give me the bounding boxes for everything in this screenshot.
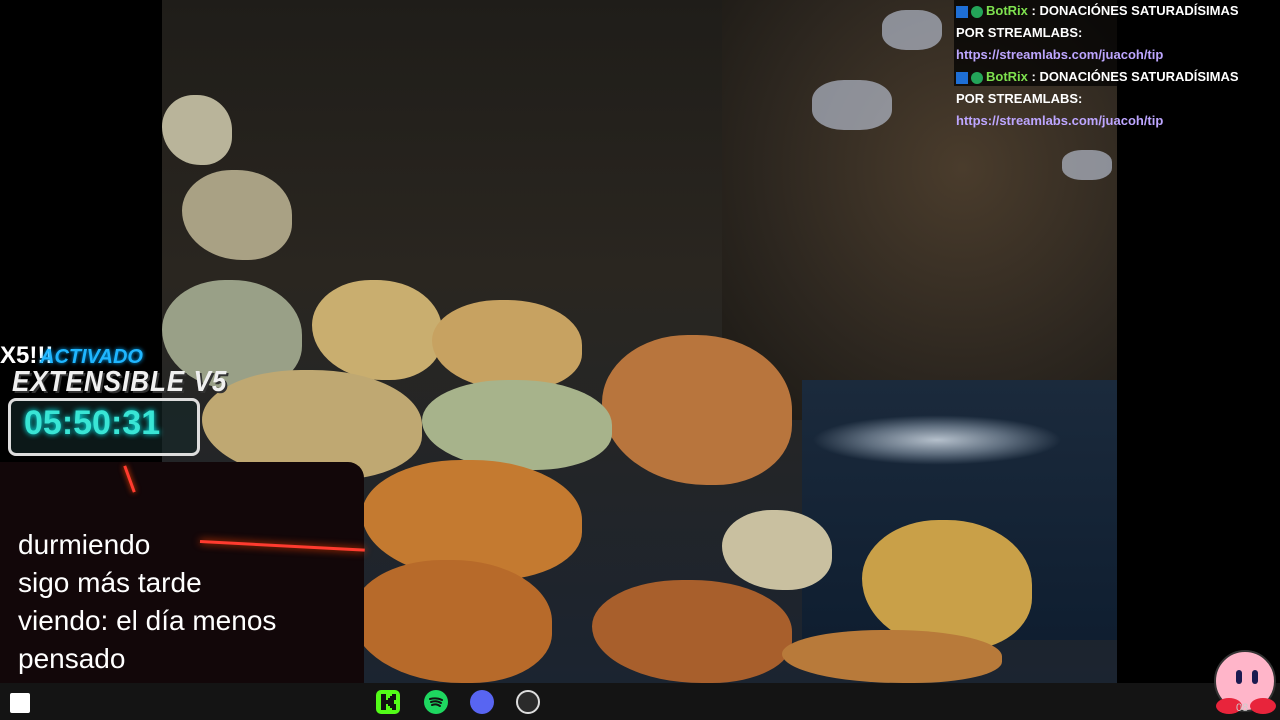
chat-overlay: BotRix : DONACIÓNES SATURADÍSIMAS POR ST… <box>954 0 1270 128</box>
chat-username: BotRix <box>986 69 1028 84</box>
rock <box>722 510 832 590</box>
moderator-badge-icon <box>956 71 968 84</box>
chat-link[interactable]: https://streamlabs.com/juacoh/tip <box>956 47 1163 62</box>
chat-username: BotRix <box>986 3 1028 18</box>
extensible-label: EXTENSIBLE V5 <box>12 364 228 398</box>
status-line: pensado <box>18 643 126 674</box>
rock <box>312 280 442 380</box>
taskbar <box>0 683 1280 720</box>
status-text: durmiendo sigo más tarde viendo: el día … <box>18 526 363 678</box>
rock <box>162 95 232 165</box>
spotify-icon[interactable] <box>424 690 448 714</box>
rock <box>352 560 552 683</box>
kirby-eye <box>1252 670 1258 684</box>
rock <box>432 300 582 390</box>
chat-link[interactable]: https://streamlabs.com/juacoh/tip <box>956 113 1163 128</box>
chat-separator: : <box>1027 69 1040 84</box>
rock <box>782 630 1002 683</box>
windows-icon[interactable] <box>10 693 30 713</box>
chat-message: BotRix : DONACIÓNES SATURADÍSIMAS POR ST… <box>954 0 1270 66</box>
status-line: durmiendo <box>18 529 151 560</box>
snow-patch <box>812 80 892 130</box>
rock <box>602 335 792 485</box>
rock <box>422 380 612 470</box>
snow-patch <box>882 10 942 50</box>
kick-icon[interactable] <box>376 690 400 714</box>
discord-icon[interactable] <box>470 690 494 714</box>
verified-badge-icon <box>971 5 983 18</box>
status-line: sigo más tarde <box>18 567 202 598</box>
status-line: viendo: el día menos <box>18 605 277 636</box>
chat-message: BotRix : DONACIÓNES SATURADÍSIMAS POR ST… <box>954 66 1270 132</box>
rock <box>592 580 792 683</box>
rock <box>182 170 292 260</box>
kirby-foot <box>1250 698 1276 714</box>
taskbar-clock: 08 <box>1236 702 1249 714</box>
countdown-timer: 05:50:31 <box>24 404 161 442</box>
river-foam <box>812 415 1062 465</box>
snow-patch <box>1062 150 1112 180</box>
obs-icon[interactable] <box>516 690 540 714</box>
verified-badge-icon <box>971 71 983 84</box>
chat-separator: : <box>1027 3 1040 18</box>
kirby-eye <box>1236 670 1242 684</box>
moderator-badge-icon <box>956 5 968 18</box>
